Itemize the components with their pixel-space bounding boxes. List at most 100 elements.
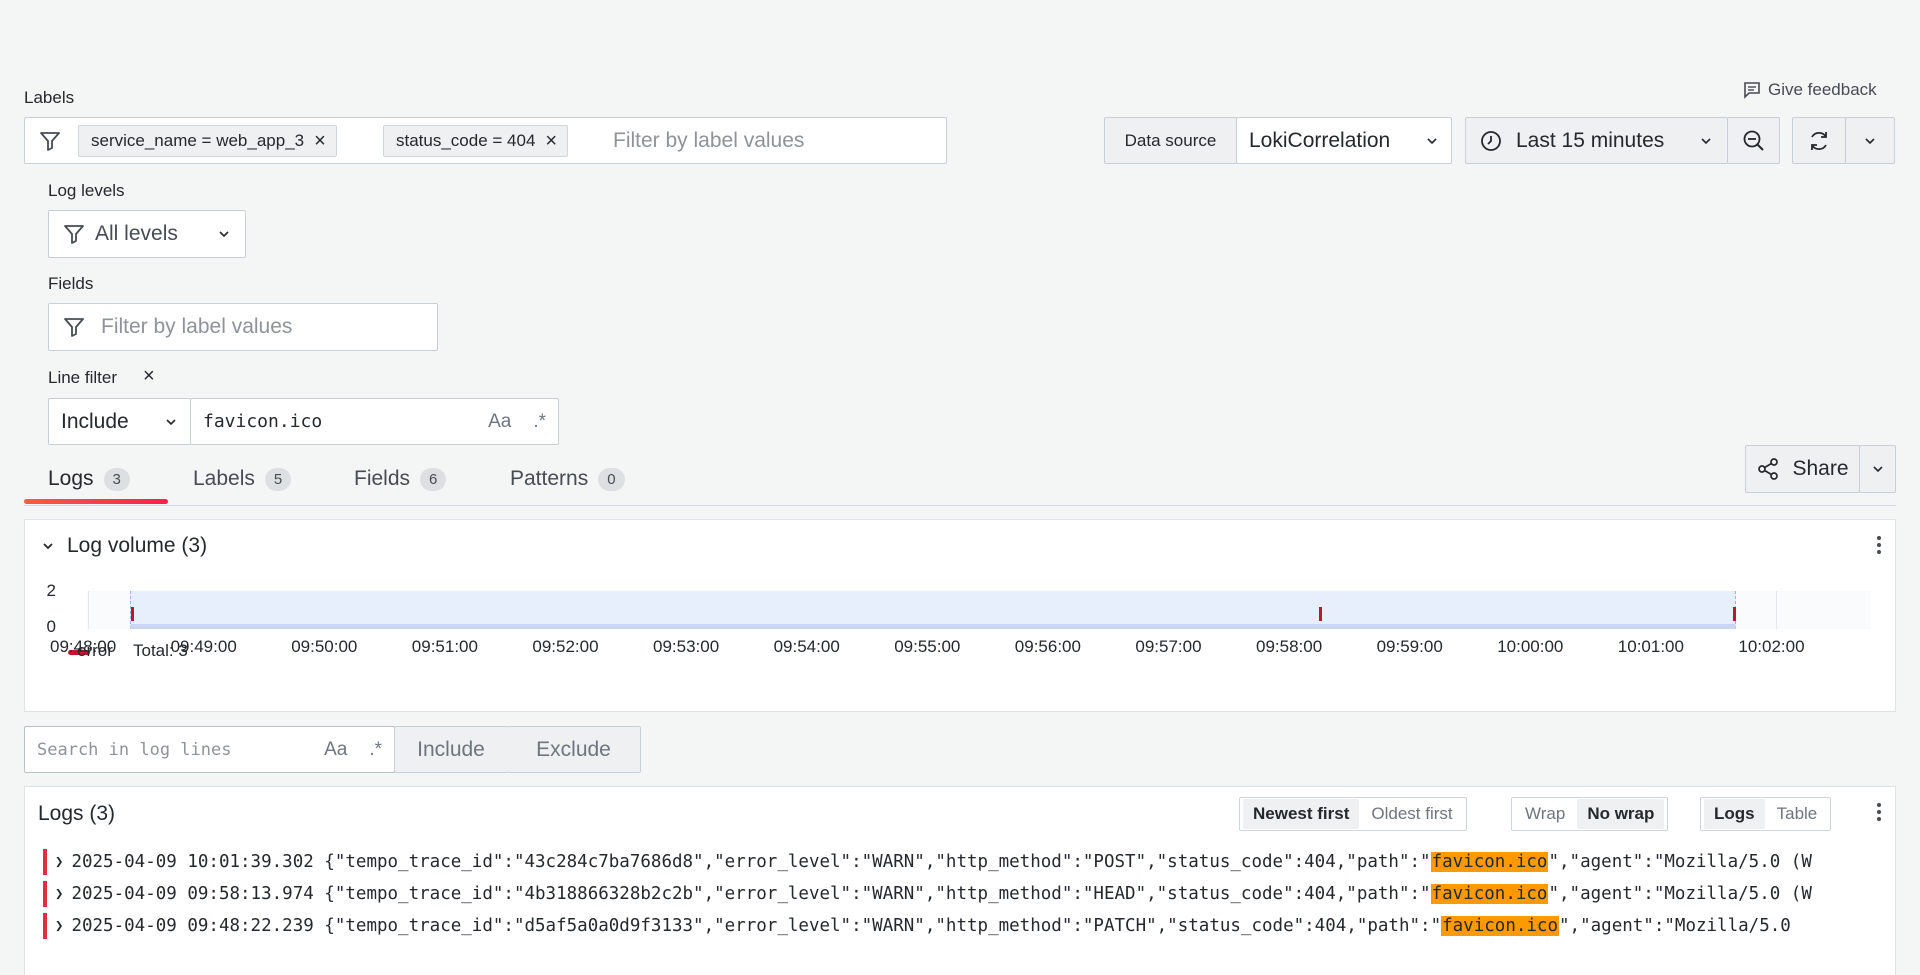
tab-labels[interactable]: Labels 5 [193,467,292,491]
x-tick-label: 09:48:00 [50,637,117,656]
line-filter-close-icon[interactable]: × [143,365,155,388]
selected-range-band[interactable] [130,591,1737,629]
log-line[interactable]: ❯ 2025-04-09 09:48:22.239 {"tempo_trace_… [43,913,1883,939]
log-timestamp: 2025-04-09 10:01:39.302 [71,852,314,872]
label-filter-placeholder[interactable]: Filter by label values [613,129,804,153]
chevron-down-icon [219,231,229,238]
y-tick-label: 0 [46,617,56,636]
tab-count: 5 [264,467,292,491]
log-line[interactable]: ❯ 2025-04-09 10:01:39.302 {"tempo_trace_… [43,849,1883,875]
chart-gridline [1776,591,1778,629]
sort-newest-first[interactable]: Newest first [1243,799,1360,829]
zoom-out-icon [1743,130,1764,151]
log-volume-title: Log volume (3) [67,534,208,557]
label-chip-text: service_name = web_app_3 [91,131,305,150]
chart-bar-error[interactable] [131,607,135,621]
line-filter-title: Line filter [48,368,117,387]
filter-icon [64,318,84,337]
line-filter-mode-select[interactable]: Include [48,398,191,445]
log-timestamp: 2025-04-09 09:58:13.974 [71,884,314,904]
tab-logs[interactable]: Logs 3 [48,467,130,491]
x-tick-label: 10:01:00 [1617,637,1684,656]
label-chip-text: status_code = 404 [396,131,536,150]
tab-label: Logs [48,467,94,490]
chevron-down-icon [43,543,53,550]
label-chip-status-code[interactable]: status_code = 404 × [383,125,569,157]
log-levels-value: All levels [95,222,178,245]
log-body-prefix: {"tempo_trace_id":"43c284c7ba7686d8","er… [313,852,1431,872]
tab-fields[interactable]: Fields 6 [354,467,447,491]
log-body-suffix: ","agent":"Mozilla/5.0 (W [1548,852,1812,872]
log-search-placeholder: Search in log lines [37,739,232,760]
case-sensitive-toggle[interactable]: Aa [324,739,347,761]
chevron-down-icon [1427,137,1437,144]
log-levels-select[interactable]: All levels [48,210,246,258]
view-table-option[interactable]: Table [1767,799,1828,829]
log-highlight-match: favicon.ico [1430,852,1549,872]
exclude-button[interactable]: Exclude [507,726,641,773]
share-options-dropdown[interactable] [1859,445,1896,493]
tab-label: Labels [193,467,255,490]
regex-toggle[interactable]: .* [369,739,382,761]
datasource-picker[interactable]: LokiCorrelation [1236,117,1452,164]
log-highlight-match: favicon.ico [1441,916,1560,936]
log-highlight-match: favicon.ico [1430,884,1549,904]
x-tick-label: 09:53:00 [653,637,720,656]
line-filter-input[interactable]: favicon.ico Aa .* [190,398,559,445]
log-level-indicator [43,913,47,939]
datasource-label: Data source [1104,117,1237,164]
time-range-picker[interactable]: Last 15 minutes [1465,117,1728,164]
x-tick-label: 09:54:00 [773,637,840,656]
fields-filter-combobox[interactable]: Filter by label values [48,303,438,351]
line-filter-mode-value: Include [61,409,129,433]
chart-bar-error[interactable] [1733,607,1737,621]
view-logs-option[interactable]: Logs [1704,799,1765,829]
log-level-indicator [43,881,47,907]
log-volume-header[interactable]: Log volume (3) [41,534,207,558]
give-feedback-link[interactable]: Give feedback [1742,80,1877,100]
log-levels-title: Log levels [48,181,125,200]
datasource-value: LokiCorrelation [1249,128,1391,152]
expand-row-icon[interactable]: ❯ [55,918,63,934]
include-button[interactable]: Include [394,726,508,773]
log-body-prefix: {"tempo_trace_id":"d5af5a0a0d9f3133","er… [313,916,1442,936]
label-chip-service-name[interactable]: service_name = web_app_3 × [78,125,337,157]
menu-kebab-icon[interactable] [1871,801,1887,823]
wrap-option[interactable]: Wrap [1515,799,1575,829]
sort-oldest-first[interactable]: Oldest first [1361,799,1462,829]
line-filter-value: favicon.ico [203,411,323,432]
chart-bar-error[interactable] [1319,607,1323,621]
log-line[interactable]: ❯ 2025-04-09 09:58:13.974 {"tempo_trace_… [43,881,1883,907]
x-tick-label: 09:50:00 [291,637,358,656]
log-search-input[interactable]: Search in log lines Aa .* [24,726,395,773]
log-body-suffix: ","agent":"Mozilla/5.0 [1559,916,1791,936]
zoom-out-button[interactable] [1727,117,1780,164]
x-tick-label: 09:51:00 [411,637,478,656]
refresh-button[interactable] [1792,117,1846,164]
chevron-down-icon [1701,137,1711,144]
label-filter-combobox[interactable]: service_name = web_app_3 × status_code =… [24,117,947,164]
case-sensitive-toggle[interactable]: Aa [488,411,511,433]
tab-count: 0 [598,467,625,491]
tabs-divider [24,505,1896,506]
expand-row-icon[interactable]: ❯ [55,854,63,870]
no-wrap-option[interactable]: No wrap [1577,799,1665,829]
remove-chip-icon[interactable]: × [545,131,557,151]
menu-kebab-icon[interactable] [1871,534,1887,556]
share-button[interactable]: Share [1745,445,1860,493]
fields-placeholder: Filter by label values [101,315,293,338]
x-tick-label: 09:58:00 [1256,637,1323,656]
chart-gridline [88,591,89,629]
sort-order-toggle: Newest first Oldest first [1239,797,1467,831]
labels-title: Labels [24,88,75,107]
tab-count: 3 [103,467,130,491]
x-tick-label: 09:55:00 [894,637,961,656]
tab-patterns[interactable]: Patterns 0 [510,467,625,491]
remove-chip-icon[interactable]: × [314,131,326,151]
refresh-interval-dropdown[interactable] [1845,117,1895,164]
comment-icon [1744,82,1760,99]
share-icon [1758,458,1779,480]
expand-row-icon[interactable]: ❯ [55,886,63,902]
regex-toggle[interactable]: .* [533,411,546,433]
chevron-down-icon [1865,137,1875,144]
